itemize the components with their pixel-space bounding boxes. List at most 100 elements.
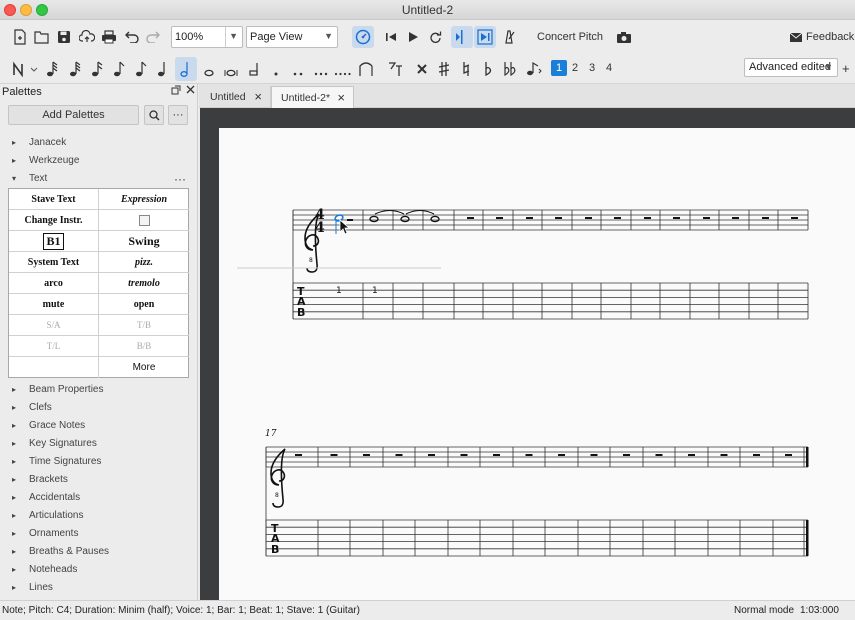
loop-in-icon[interactable] bbox=[451, 26, 473, 48]
voice-2-button[interactable]: 2 bbox=[567, 60, 583, 76]
palette-item[interactable]: ▸ Time Signatures bbox=[12, 454, 101, 470]
concert-pitch-button[interactable]: Concert Pitch bbox=[537, 31, 603, 43]
redo-icon[interactable] bbox=[144, 27, 164, 47]
view-mode-select[interactable]: Page View ▼ bbox=[246, 26, 338, 48]
feedback-button[interactable]: Feedback bbox=[806, 31, 854, 43]
undock-icon[interactable] bbox=[171, 85, 181, 98]
palette-cell-b-b[interactable]: B/B bbox=[99, 336, 189, 357]
workspace-select[interactable]: Advanced edited ▼ bbox=[744, 58, 838, 77]
play-icon[interactable] bbox=[403, 27, 423, 47]
rewind-icon[interactable] bbox=[381, 27, 401, 47]
mouse-cursor-icon bbox=[339, 219, 351, 235]
palette-cell-swing[interactable]: Swing bbox=[99, 231, 189, 252]
palette-item[interactable]: ▸ Beam Properties bbox=[12, 382, 103, 398]
loop-icon[interactable] bbox=[425, 27, 445, 47]
checkbox-icon bbox=[138, 214, 150, 226]
palette-item[interactable]: ▸ Lines bbox=[12, 580, 53, 596]
palette-item[interactable]: ▸ Ornaments bbox=[12, 526, 78, 542]
collapse-arrow-icon: ▾ bbox=[12, 174, 17, 183]
palette-item-werkzeuge[interactable]: ▸ Werkzeuge bbox=[12, 153, 79, 169]
file-toolbar: 100% ▼ Page View ▼ Concert Pitch Feedbac… bbox=[0, 20, 855, 54]
palette-cell-system-text[interactable]: System Text bbox=[9, 252, 99, 273]
palette-cell-s-a[interactable]: S/A bbox=[9, 315, 99, 336]
palette-cell-arco[interactable]: arco bbox=[9, 273, 99, 294]
close-icon[interactable]: × bbox=[337, 87, 345, 109]
envelope-icon[interactable] bbox=[786, 27, 806, 47]
note-breve-icon[interactable] bbox=[221, 59, 241, 79]
note-32nd-icon[interactable] bbox=[65, 59, 85, 79]
flip-direction-icon[interactable] bbox=[524, 59, 544, 79]
note-8th-icon[interactable] bbox=[109, 59, 129, 79]
palette-cell-rehearsal-mark[interactable]: B1 bbox=[9, 231, 99, 252]
palette-item[interactable]: ▸ Breaths & Pauses bbox=[12, 544, 109, 560]
open-folder-icon[interactable] bbox=[32, 27, 52, 47]
metronome-icon[interactable] bbox=[499, 27, 519, 47]
close-icon[interactable]: × bbox=[254, 86, 262, 108]
palette-item-text[interactable]: ▾ Text bbox=[12, 171, 47, 187]
save-icon[interactable] bbox=[54, 27, 74, 47]
voice-3-button[interactable]: 3 bbox=[584, 60, 600, 76]
new-score-icon[interactable] bbox=[10, 27, 30, 47]
double-dot-icon[interactable] bbox=[288, 59, 308, 79]
palette-item[interactable]: ▸ Grace Notes bbox=[12, 418, 85, 434]
palette-cell-instrument-change-box[interactable] bbox=[99, 210, 189, 231]
add-palettes-button[interactable]: Add Palettes bbox=[8, 105, 139, 125]
fret-number: 1 bbox=[372, 286, 378, 296]
natural-icon[interactable] bbox=[456, 59, 476, 79]
palette-cell-change-instrument[interactable]: Change Instr. bbox=[9, 210, 99, 231]
note-8th-icon[interactable] bbox=[131, 59, 151, 79]
palette-item[interactable]: ▸ Accidentals bbox=[12, 490, 80, 506]
voice-1-button[interactable]: 1 bbox=[551, 60, 567, 76]
sharp-icon[interactable] bbox=[434, 59, 454, 79]
tie-icon[interactable] bbox=[356, 59, 376, 79]
note-longa-icon[interactable] bbox=[244, 59, 264, 79]
tab-untitled-2[interactable]: Untitled-2* × bbox=[271, 86, 354, 108]
palette-more-button[interactable]: More bbox=[99, 357, 189, 378]
more-options-icon[interactable]: ··· bbox=[168, 105, 188, 125]
print-icon[interactable] bbox=[99, 27, 119, 47]
palette-item[interactable]: ▸ Key Signatures bbox=[12, 436, 97, 452]
palette-item-janacek[interactable]: ▸ Janacek bbox=[12, 135, 66, 151]
playback-settings-icon[interactable] bbox=[352, 26, 374, 48]
palette-item[interactable]: ▸ Brackets bbox=[12, 472, 68, 488]
note-quarter-icon[interactable] bbox=[153, 59, 173, 79]
note-64th-icon[interactable] bbox=[42, 59, 62, 79]
tab-untitled[interactable]: Untitled × bbox=[201, 86, 271, 108]
zoom-select[interactable]: 100% ▼ bbox=[171, 26, 243, 48]
close-icon[interactable] bbox=[186, 85, 195, 97]
note-16th-icon[interactable] bbox=[87, 59, 107, 79]
double-sharp-icon[interactable] bbox=[412, 59, 432, 79]
rest-icon[interactable] bbox=[385, 59, 405, 79]
add-workspace-button[interactable]: + bbox=[842, 61, 850, 76]
palette-cell-pizz[interactable]: pizz. bbox=[99, 252, 189, 273]
palette-cell-t-l[interactable]: T/L bbox=[9, 336, 99, 357]
dot-icon[interactable] bbox=[266, 59, 286, 79]
palette-cell-t-b[interactable]: T/B bbox=[99, 315, 189, 336]
triple-dot-icon[interactable] bbox=[311, 59, 331, 79]
palette-item[interactable]: ▸ Clefs bbox=[12, 400, 52, 416]
note-input-mode-icon[interactable] bbox=[10, 59, 40, 79]
palette-item[interactable]: ▸ Noteheads bbox=[12, 562, 77, 578]
quadruple-dot-icon[interactable] bbox=[333, 59, 353, 79]
score-page[interactable]: 8 4 4 T A B 1 1 17 8 T A B bbox=[219, 128, 855, 600]
double-flat-icon[interactable] bbox=[500, 59, 520, 79]
text-palette-grid: Stave Text Expression Change Instr. B1 S… bbox=[8, 188, 189, 378]
expand-arrow-icon: ▸ bbox=[12, 439, 17, 448]
palette-item[interactable]: ▸ Articulations bbox=[12, 508, 83, 524]
measure-number: 17 bbox=[265, 429, 277, 439]
loop-out-icon[interactable] bbox=[474, 26, 496, 48]
search-icon[interactable] bbox=[144, 105, 164, 125]
palette-cell-expression[interactable]: Expression bbox=[99, 189, 189, 210]
upload-cloud-icon[interactable] bbox=[77, 27, 97, 47]
text-palette-more-icon[interactable]: ··· bbox=[174, 172, 186, 186]
flat-icon[interactable] bbox=[478, 59, 498, 79]
note-whole-icon[interactable] bbox=[199, 59, 219, 79]
palette-cell-mute[interactable]: mute bbox=[9, 294, 99, 315]
camera-icon[interactable] bbox=[614, 27, 634, 47]
undo-icon[interactable] bbox=[121, 27, 141, 47]
palette-cell-open[interactable]: open bbox=[99, 294, 189, 315]
palette-cell-tremolo[interactable]: tremolo bbox=[99, 273, 189, 294]
voice-4-button[interactable]: 4 bbox=[601, 60, 617, 76]
note-half-icon[interactable] bbox=[175, 57, 197, 81]
palette-cell-stave-text[interactable]: Stave Text bbox=[9, 189, 99, 210]
